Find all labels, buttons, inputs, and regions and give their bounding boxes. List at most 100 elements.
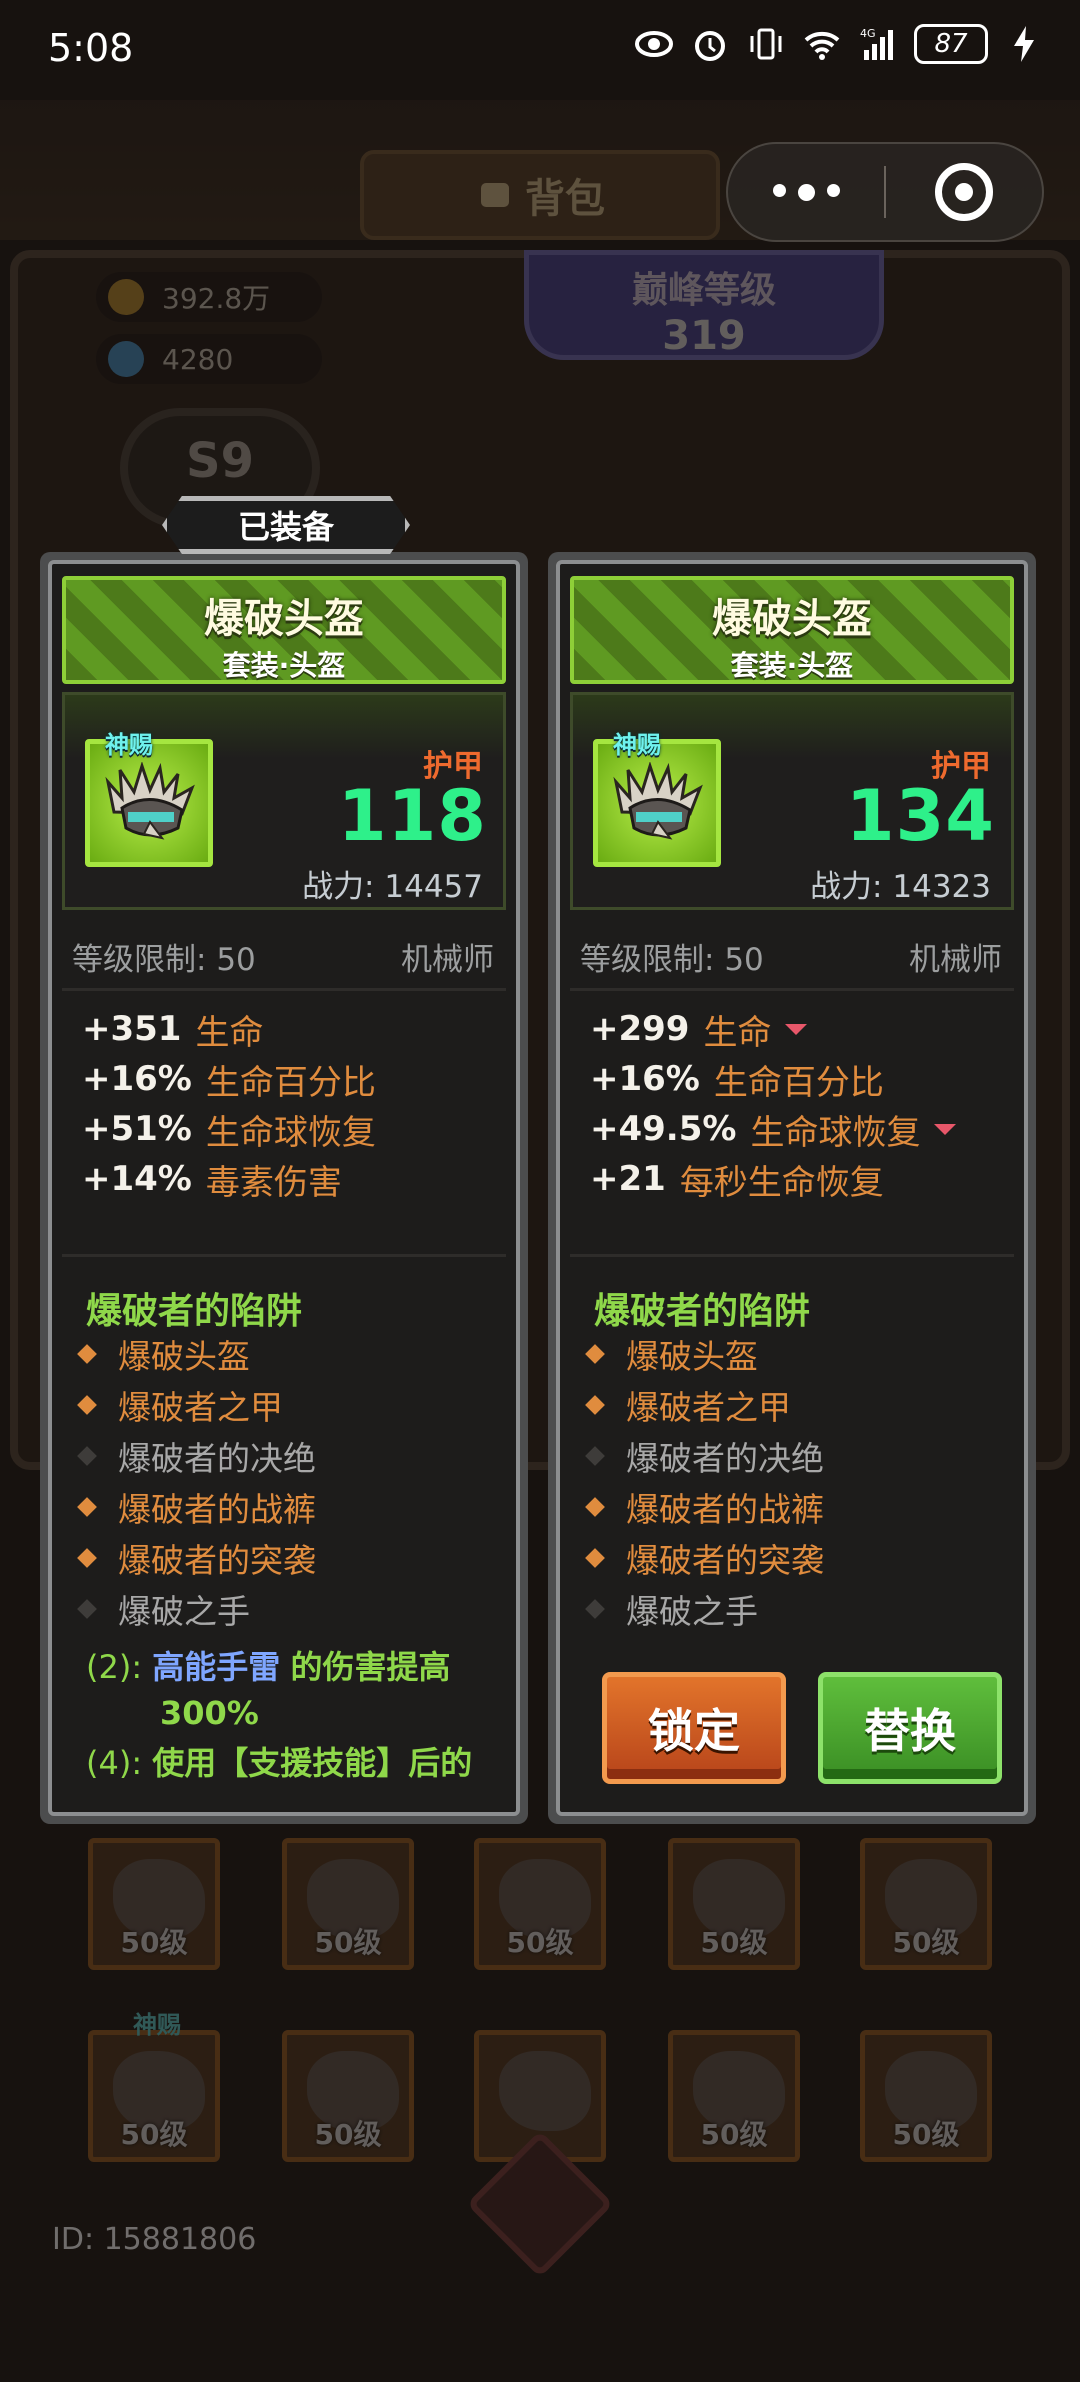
- battery-icon: 87: [914, 24, 988, 64]
- attribute-name: 生命球恢复: [750, 1112, 921, 1153]
- alarm-icon: [690, 24, 730, 64]
- attribute-name: 生命: [703, 1012, 772, 1053]
- slot-level: 50级: [120, 1926, 188, 1959]
- more-options-button[interactable]: [728, 183, 884, 201]
- attribute-value: +351: [82, 1009, 182, 1049]
- item-header: 爆破头盔 套装·头盔: [570, 576, 1014, 684]
- armor-value: 118: [337, 775, 487, 857]
- background-tab: 背包: [360, 150, 720, 240]
- combat-power-label: 战力:: [810, 869, 883, 905]
- set-item: 爆破者的决绝: [77, 1430, 316, 1481]
- diamond-icon: [585, 1394, 605, 1415]
- slot-item-image: [499, 2051, 591, 2131]
- set-item: 爆破者的战裤: [77, 1481, 316, 1532]
- bg-slot: 50级: [860, 1838, 992, 1970]
- diamond-icon: [585, 1445, 605, 1466]
- attribute-row: +51% 生命球恢复: [82, 1104, 496, 1154]
- set-item: 爆破头盔: [585, 1328, 824, 1379]
- class-requirement: 机械师: [401, 942, 494, 978]
- divider: [570, 1254, 1014, 1257]
- attribute-row: +49.5% 生命球恢复: [590, 1104, 1004, 1154]
- set-title: 爆破者的陷阱: [594, 1291, 811, 1332]
- diamond-icon: [77, 1394, 97, 1415]
- set-bonus-text: 使用【支援技能】后的: [152, 1744, 473, 1782]
- set-item: 爆破之手: [77, 1583, 316, 1634]
- item-stat-box: 神赐 护甲 134 战力: 14323: [570, 692, 1014, 910]
- attribute-value: +16%: [82, 1059, 192, 1099]
- background-tab-label: 背包: [525, 176, 605, 222]
- diamond-icon: [77, 1598, 97, 1619]
- attribute-row: +351 生命: [82, 1004, 496, 1054]
- attribute-value: +299: [590, 1009, 690, 1049]
- attribute-value: +51%: [82, 1109, 192, 1149]
- set-bonus-2: (2): 高能手雷 的伤害提高 300%: [86, 1644, 496, 1736]
- more-dot-icon: [826, 183, 840, 197]
- set-item: 爆破者的突袭: [77, 1532, 316, 1583]
- more-dot-icon: [772, 183, 786, 197]
- bg-slot: 50级: [88, 1838, 220, 1970]
- set-item-name: 爆破者的突袭: [118, 1540, 316, 1580]
- close-miniprogram-button[interactable]: [886, 163, 1042, 221]
- card-inner: 爆破头盔 套装·头盔 神赐 护甲 118 战力: 14457 等级限制: 50 …: [48, 560, 520, 1816]
- replace-button[interactable]: 替换: [818, 1672, 1002, 1784]
- gem-icon: [108, 341, 144, 377]
- divider: [62, 1254, 506, 1257]
- item-stat-box: 神赐 护甲 118 战力: 14457: [62, 692, 506, 910]
- attribute-value: +49.5%: [590, 1109, 737, 1149]
- attribute-row: +16% 生命百分比: [590, 1054, 1004, 1104]
- player-id: ID: 15881806: [52, 2222, 257, 2257]
- lock-button[interactable]: 锁定: [602, 1672, 786, 1784]
- attribute-name: 生命百分比: [205, 1062, 376, 1103]
- status-bar: 5:08 4G 87: [0, 0, 1080, 100]
- item-header: 爆破头盔 套装·头盔: [62, 576, 506, 684]
- combat-power-value: 14457: [384, 869, 483, 905]
- slot-level: 50级: [700, 1926, 768, 1959]
- slot-level: 50级: [314, 1926, 382, 1959]
- slot-level: 50级: [892, 1926, 960, 1959]
- slot-level: 50级: [700, 2118, 768, 2151]
- decrease-arrow-icon: [785, 1023, 808, 1035]
- item-meta-row: 等级限制: 50 机械师: [72, 934, 494, 979]
- level-limit-value: 50: [724, 942, 764, 978]
- bg-slot: 神赐 50级: [88, 2011, 220, 2162]
- gold-counter: 392.8万: [96, 272, 322, 322]
- coin-icon: [108, 279, 144, 315]
- item-type: 套装·头盔: [222, 649, 346, 682]
- attribute-value: +14%: [82, 1159, 192, 1199]
- slot-god-label: 神赐: [133, 2011, 181, 2039]
- miniprogram-capsule: [726, 142, 1044, 242]
- helmet-icon: [105, 762, 195, 840]
- diamond-icon: [77, 1343, 97, 1364]
- slot-level: 50级: [506, 1926, 574, 1959]
- attribute-row: +14% 毒素伤害: [82, 1154, 496, 1204]
- diamond-icon: [585, 1496, 605, 1517]
- cellular-signal-icon: 4G: [858, 24, 898, 64]
- attribute-name: 生命球恢复: [205, 1112, 376, 1153]
- set-bonus-4: (4): 使用【支援技能】后的: [86, 1740, 496, 1786]
- combat-power: 战力: 14457: [302, 861, 483, 906]
- peak-level-banner: 巅峰等级 319: [524, 250, 884, 360]
- candidate-item-card: 爆破头盔 套装·头盔 神赐 护甲 134 战力: 14323 等级限制: 50 …: [548, 552, 1036, 1824]
- set-bonus-percent: 300%: [160, 1694, 259, 1732]
- level-limit-label: 等级限制:: [72, 942, 207, 978]
- bg-slot: 50级: [474, 1838, 606, 1970]
- bg-slot: 50级: [668, 2030, 800, 2162]
- attribute-row: +16% 生命百分比: [82, 1054, 496, 1104]
- bg-slot: 50级: [282, 2030, 414, 2162]
- attribute-name: 每秒生命恢复: [679, 1162, 884, 1203]
- attribute-list: +351 生命 +16% 生命百分比 +51% 生命球恢复 +14% 毒素伤害: [82, 1004, 496, 1204]
- set-item-name: 爆破者的战裤: [118, 1489, 316, 1529]
- item-name: 爆破头盔: [204, 596, 364, 642]
- item-name: 爆破头盔: [712, 596, 872, 642]
- slot-level: 50级: [120, 2118, 188, 2151]
- bag-icon: [475, 173, 515, 217]
- attribute-row: +299 生命: [590, 1004, 1004, 1054]
- diamond-icon: [77, 1547, 97, 1568]
- set-item: 爆破者之甲: [585, 1379, 824, 1430]
- diamond-icon: [585, 1547, 605, 1568]
- set-item-name: 爆破之手: [118, 1591, 250, 1631]
- card-inner: 爆破头盔 套装·头盔 神赐 护甲 134 战力: 14323 等级限制: 50 …: [556, 560, 1028, 1816]
- peak-level-value: 319: [662, 313, 746, 359]
- set-bonus-key: (2):: [86, 1648, 143, 1686]
- set-item-name: 爆破之手: [626, 1591, 758, 1631]
